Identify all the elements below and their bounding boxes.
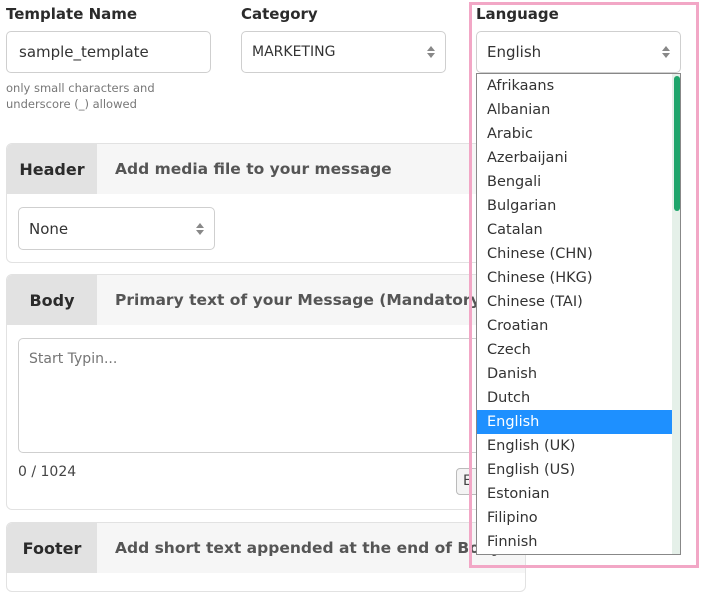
header-media-value: None	[29, 219, 69, 238]
category-value: MARKETING	[252, 44, 336, 60]
header-tab: Header	[7, 144, 97, 194]
language-option[interactable]: Danish	[477, 362, 673, 386]
header-media-select[interactable]: None	[18, 207, 215, 250]
template-name-label: Template Name	[6, 5, 138, 23]
footer-tab: Footer	[7, 523, 97, 573]
language-options: Afrikaans Albanian Arabic Azerbaijani Bengal…	[477, 74, 680, 554]
template-name-input[interactable]: sample_template	[6, 31, 211, 73]
language-option[interactable]: Albanian	[477, 98, 673, 122]
language-select[interactable]: English	[476, 31, 681, 73]
body-textarea[interactable]	[18, 338, 518, 453]
language-dropdown-list[interactable]: Afrikaans Albanian Arabic Azerbaijani Bengal…	[476, 73, 681, 555]
header-card-head: Header Add media file to your message	[7, 144, 525, 194]
language-option[interactable]: Bengali	[477, 170, 673, 194]
language-option[interactable]: Chinese (HKG)	[477, 266, 673, 290]
language-option[interactable]: Arabic	[477, 122, 673, 146]
language-value: English	[487, 43, 542, 61]
language-option[interactable]: Catalan	[477, 218, 673, 242]
footer-card: Footer Add short text appended at the en…	[6, 522, 526, 592]
language-option[interactable]: Finnish	[477, 530, 673, 554]
dropdown-scrollbar-thumb[interactable]	[674, 76, 680, 211]
updown-arrows-icon	[662, 46, 670, 58]
language-option[interactable]: Croatian	[477, 314, 673, 338]
language-option[interactable]: Dutch	[477, 386, 673, 410]
language-option[interactable]: English (US)	[477, 458, 673, 482]
language-option[interactable]: English (UK)	[477, 434, 673, 458]
language-option[interactable]: Czech	[477, 338, 673, 362]
body-char-counter: 0 / 1024	[18, 464, 77, 480]
language-option[interactable]: Chinese (CHN)	[477, 242, 673, 266]
header-description: Add media file to your message	[115, 160, 392, 178]
updown-arrows-icon	[196, 222, 204, 235]
body-card-head: Body Primary text of your Message (Manda…	[7, 275, 525, 325]
footer-description: Add short text appended at the end of Bo…	[115, 539, 502, 557]
template-name-hint: only small characters and underscore (_)…	[6, 81, 155, 111]
language-option[interactable]: Filipino	[477, 506, 673, 530]
dropdown-scrollbar-track[interactable]	[672, 74, 680, 554]
category-select[interactable]: MARKETING	[241, 31, 446, 73]
language-option[interactable]: Bulgarian	[477, 194, 673, 218]
body-description: Primary text of your Message (Mandatory …	[115, 291, 502, 309]
language-option[interactable]: Chinese (TAI)	[477, 290, 673, 314]
category-label: Category	[241, 5, 318, 23]
language-option[interactable]: Azerbaijani	[477, 146, 673, 170]
language-option[interactable]: Afrikaans	[477, 74, 673, 98]
language-option[interactable]: Estonian	[477, 482, 673, 506]
footer-card-head: Footer Add short text appended at the en…	[7, 523, 525, 573]
body-tab: Body	[7, 275, 97, 325]
language-option[interactable]: English	[477, 410, 673, 434]
template-name-value: sample_template	[19, 43, 149, 61]
updown-arrows-icon	[427, 46, 435, 58]
language-label: Language	[476, 5, 559, 23]
